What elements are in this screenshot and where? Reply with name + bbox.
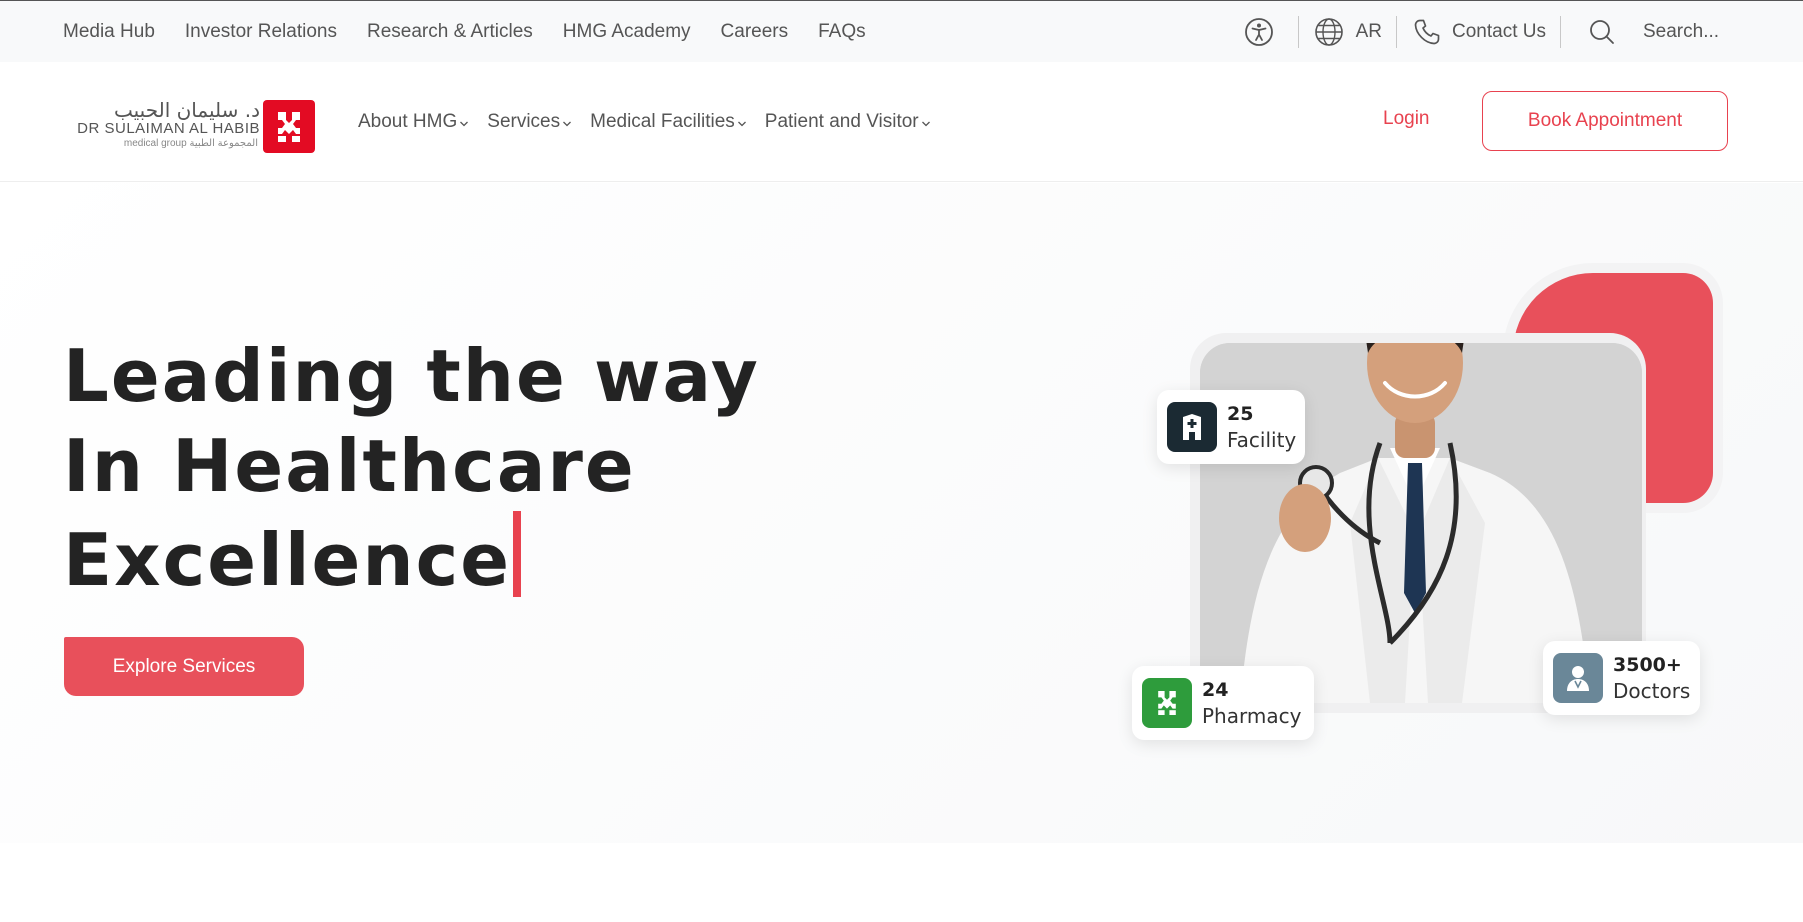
explore-services-button[interactable]: Explore Services (64, 637, 304, 696)
headline-line: Leading the way (63, 334, 760, 418)
stat-card-facility: 25 Facility (1157, 390, 1305, 464)
utility-controls: AR Contact Us (1244, 1, 1803, 63)
search-input[interactable] (1643, 21, 1773, 43)
hmg-logo[interactable]: د. سليمان الحبيب DR SULAIMAN AL HABIB me… (70, 98, 315, 156)
nav-label: Medical Facilities (590, 111, 735, 132)
stat-label: Doctors (1613, 679, 1691, 703)
phone-icon[interactable] (1412, 17, 1442, 47)
top-link-careers[interactable]: Careers (721, 21, 789, 43)
nav-medical-facilities[interactable]: Medical Facilities (590, 111, 747, 133)
stat-label: Facility (1227, 428, 1297, 452)
login-link[interactable]: Login (1383, 108, 1430, 130)
hero-illustration: 25 Facility 24 Pharmacy 3500+ Doctors (1120, 228, 1720, 788)
hospital-icon (1167, 402, 1217, 452)
typing-caret (513, 511, 522, 597)
pharmacy-icon (1142, 678, 1192, 728)
hero-headline: Leading the way In Healthcare Excellence (63, 331, 760, 605)
logo-subline: medical group المجموعة الطبية (123, 138, 258, 149)
accessibility-icon[interactable] (1244, 17, 1274, 47)
logo-mark-icon (263, 100, 315, 153)
top-utility-bar: Media Hub Investor Relations Research & … (0, 0, 1803, 62)
main-nav: About HMG Services Medical Facilities Pa… (358, 62, 949, 182)
stat-value: 24 (1202, 679, 1229, 701)
top-links: Media Hub Investor Relations Research & … (63, 1, 896, 63)
stat-value: 25 (1227, 403, 1254, 425)
stat-value: 3500+ (1613, 654, 1682, 676)
headline-line: In Healthcare (63, 424, 636, 508)
main-header: د. سليمان الحبيب DR SULAIMAN AL HABIB me… (0, 62, 1803, 182)
top-link-media-hub[interactable]: Media Hub (63, 21, 155, 43)
top-link-faqs[interactable]: FAQs (818, 21, 866, 43)
book-appointment-button[interactable]: Book Appointment (1482, 91, 1728, 151)
divider (1297, 16, 1299, 48)
doctor-icon (1553, 653, 1603, 703)
nav-services[interactable]: Services (487, 111, 572, 133)
stat-card-pharmacy: 24 Pharmacy (1132, 666, 1314, 740)
contact-us-link[interactable]: Contact Us (1452, 21, 1546, 43)
headline-word: Excellence (63, 518, 512, 602)
headline-line-last: Excellence (63, 511, 760, 605)
search-icon[interactable] (1587, 17, 1617, 47)
logo-arabic-name: د. سليمان الحبيب (113, 98, 260, 122)
chevron-down-icon (563, 121, 572, 127)
globe-icon[interactable] (1314, 17, 1344, 47)
top-link-investor-relations[interactable]: Investor Relations (185, 21, 337, 43)
stat-card-doctors: 3500+ Doctors (1543, 641, 1700, 715)
stat-label: Pharmacy (1202, 704, 1302, 728)
divider (1560, 16, 1561, 48)
logo-english-name: DR SULAIMAN AL HABIB (77, 120, 260, 137)
top-link-hmg-academy[interactable]: HMG Academy (563, 21, 691, 43)
top-link-research-articles[interactable]: Research & Articles (367, 21, 533, 43)
nav-label: Patient and Visitor (764, 111, 919, 132)
chevron-down-icon (737, 121, 746, 127)
nav-label: Services (487, 111, 561, 132)
language-switch[interactable]: AR (1356, 21, 1382, 43)
hero-section: Leading the way In Healthcare Excellence… (0, 183, 1803, 843)
chevron-down-icon (460, 121, 469, 127)
search-box (1587, 17, 1803, 47)
nav-about-hmg[interactable]: About HMG (358, 111, 469, 133)
nav-label: About HMG (358, 111, 458, 132)
page-below-fold (0, 843, 1803, 922)
divider (1396, 16, 1398, 48)
nav-patient-and-visitor[interactable]: Patient and Visitor (765, 111, 931, 133)
chevron-down-icon (921, 121, 930, 127)
